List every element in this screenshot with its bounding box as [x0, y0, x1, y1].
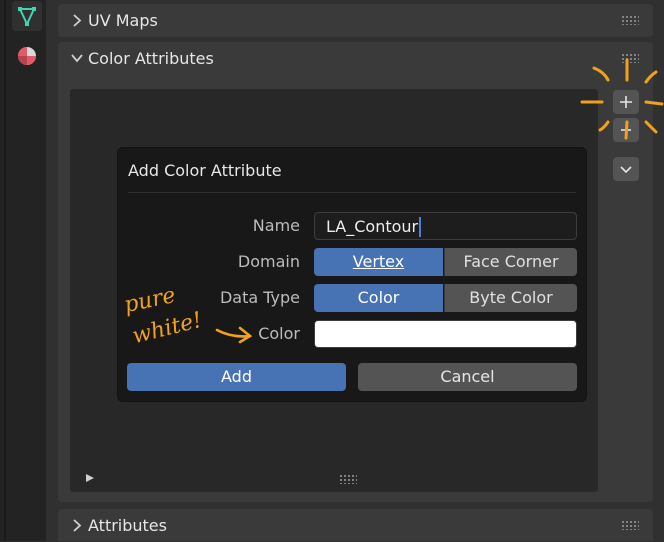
data-type-selector: Color Byte Color: [314, 284, 577, 312]
data-type-label: Data Type: [219, 288, 300, 307]
drag-grip-icon[interactable]: [621, 15, 639, 25]
domain-option-face-corner[interactable]: Face Corner: [444, 248, 577, 276]
domain-label: Domain: [237, 252, 300, 271]
triangle-right-icon[interactable]: [84, 472, 96, 484]
chevron-down-icon: [620, 166, 632, 174]
material-tab[interactable]: [12, 41, 42, 71]
specials-menu-button[interactable]: [613, 157, 639, 181]
chevron-down-icon: [71, 54, 83, 63]
domain-option-vertex[interactable]: Vertex: [314, 248, 443, 276]
data-type-option-byte-color[interactable]: Byte Color: [444, 284, 577, 312]
chevron-right-icon: [73, 14, 82, 27]
uv-maps-panel-header[interactable]: UV Maps: [58, 4, 653, 37]
color-label: Color: [258, 324, 300, 343]
list-resize-grip-icon[interactable]: [339, 474, 357, 484]
name-field-value: LA_Contour: [326, 217, 419, 236]
attributes-label: Attributes: [88, 516, 167, 535]
drag-grip-icon[interactable]: [621, 520, 639, 530]
text-caret: [419, 217, 421, 237]
add-button[interactable]: Add: [127, 363, 346, 391]
name-field[interactable]: LA_Contour: [314, 212, 577, 240]
chevron-right-icon: [73, 519, 82, 532]
data-type-option-color[interactable]: Color: [314, 284, 443, 312]
color-attributes-label: Color Attributes: [88, 49, 214, 68]
cancel-button[interactable]: Cancel: [358, 363, 577, 391]
dialog-title: Add Color Attribute: [128, 161, 282, 180]
name-label: Name: [252, 216, 300, 235]
add-color-attribute-dialog: Add Color Attribute Name LA_Contour Doma…: [118, 148, 586, 401]
domain-selector: Vertex Face Corner: [314, 248, 577, 276]
highlight-rays-annotation: [580, 58, 664, 140]
dialog-divider: [128, 192, 576, 193]
uv-maps-label: UV Maps: [88, 11, 158, 30]
material-icon: [18, 47, 36, 65]
mesh-data-tab[interactable]: [12, 1, 42, 31]
properties-tab-strip: [0, 0, 46, 541]
color-swatch[interactable]: [314, 320, 577, 348]
attributes-panel-header[interactable]: Attributes: [58, 509, 653, 541]
annotation-arrow: [215, 326, 253, 344]
color-attributes-panel-header[interactable]: Color Attributes: [58, 42, 653, 75]
mesh-data-icon: [18, 7, 36, 27]
tab-strip-divider: [4, 0, 6, 541]
